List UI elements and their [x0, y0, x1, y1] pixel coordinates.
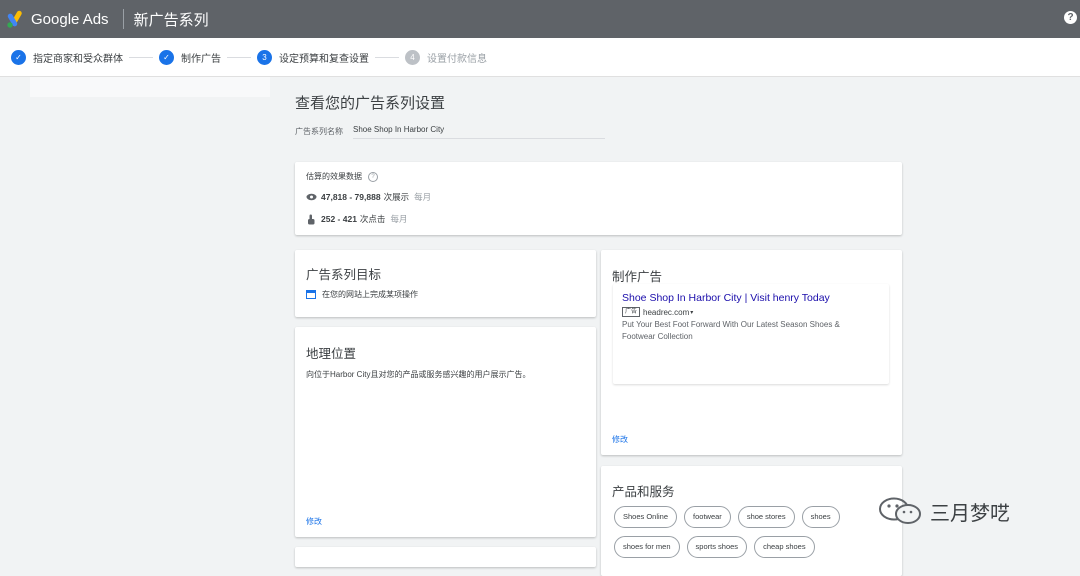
clicks-row: 252 - 421 次点击 每月 — [306, 213, 407, 225]
campaign-goal-card[interactable]: 广告系列目标 在您的网站上完成某项操作 — [295, 250, 596, 317]
step-audience[interactable]: ✓ 指定商家和受众群体 — [11, 49, 123, 65]
products-services-card: 产品和服务 Shoes Online footwear shoe stores … — [601, 466, 902, 576]
impressions-period: 每月 — [414, 192, 432, 202]
step-connector — [227, 56, 251, 58]
location-edit-link[interactable]: 修改 — [306, 516, 322, 527]
pointer-icon — [308, 214, 315, 224]
ad-display-url: headrec.com — [643, 307, 690, 317]
page-header-title: 新广告系列 — [133, 11, 209, 29]
impressions-unit: 次展示 — [383, 192, 410, 202]
location-card[interactable]: 地理位置 向位于Harbor City且对您的产品或服务感兴趣的用户展示广告。 … — [295, 327, 596, 537]
dropdown-arrow-icon: ▾ — [690, 309, 694, 316]
products-title: 产品和服务 — [612, 485, 675, 499]
estimate-title-text: 估算的效果数据 — [306, 172, 362, 181]
keyword-chip[interactable]: shoes for men — [614, 536, 680, 558]
wechat-icon — [879, 497, 921, 524]
keyword-chip[interactable]: shoe stores — [737, 506, 795, 528]
step-budget[interactable]: 3 设定预算和复查设置 — [257, 49, 369, 65]
impressions-value: 47,818 - 79,888 — [321, 192, 381, 202]
clicks-unit: 次点击 — [359, 214, 386, 224]
estimate-title: 估算的效果数据 ? — [306, 171, 378, 182]
impressions-row: 47,818 - 79,888 次展示 每月 — [306, 191, 431, 203]
clicks-value: 252 - 421 — [321, 214, 357, 224]
keyword-chip[interactable]: shoes — [801, 506, 840, 528]
step-connector — [375, 56, 399, 58]
ad-preview: Shoe Shop In Harbor City | Visit henry T… — [613, 284, 889, 384]
keyword-chip[interactable]: footwear — [684, 506, 731, 528]
page-title: 查看您的广告系列设置 — [295, 95, 446, 112]
top-bar: Google Ads 新广告系列 ? — [0, 0, 1080, 38]
google-ads-logo-icon — [5, 8, 27, 30]
check-icon: ✓ — [11, 49, 26, 65]
brand-name: Google Ads — [31, 10, 109, 28]
create-ad-card[interactable]: 制作广告 Shoe Shop In Harbor City | Visit he… — [601, 250, 902, 455]
campaign-name-input[interactable]: Shoe Shop In Harbor City — [353, 122, 605, 139]
step-number: 4 — [405, 49, 420, 65]
step-number: 3 — [257, 49, 272, 65]
goal-title: 广告系列目标 — [306, 268, 382, 282]
campaign-name-label: 广告系列名称 — [295, 127, 343, 136]
watermark: 三月梦呓 — [878, 496, 1010, 526]
check-icon: ✓ — [159, 49, 174, 65]
next-card — [295, 547, 596, 567]
step-label: 制作广告 — [181, 53, 221, 65]
ad-headline[interactable]: Shoe Shop In Harbor City | Visit henry T… — [622, 292, 830, 304]
clicks-period: 每月 — [390, 214, 408, 224]
goal-row: 在您的网站上完成某项操作 — [306, 289, 418, 300]
location-text: 向位于Harbor City且对您的产品或服务感兴趣的用户展示广告。 — [306, 370, 531, 379]
location-title: 地理位置 — [306, 347, 357, 361]
keyword-chip[interactable]: cheap shoes — [754, 536, 815, 558]
ad-url-row: 广告 headrec.com ▾ — [622, 307, 693, 317]
step-payment[interactable]: 4 设置付款信息 — [405, 49, 487, 65]
help-icon[interactable]: ? — [1064, 11, 1077, 24]
estimate-card: 估算的效果数据 ? 47,818 - 79,888 次展示 每月 252 - 4… — [295, 162, 902, 235]
step-label: 设置付款信息 — [427, 53, 487, 65]
ad-badge: 广告 — [622, 307, 641, 317]
ad-edit-link[interactable]: 修改 — [612, 434, 628, 445]
step-label: 指定商家和受众群体 — [33, 53, 123, 65]
step-connector — [129, 56, 153, 58]
step-create-ad[interactable]: ✓ 制作广告 — [159, 49, 221, 65]
info-icon[interactable]: ? — [368, 171, 378, 182]
ad-description: Put Your Best Foot Forward With Our Late… — [622, 320, 840, 341]
goal-text: 在您的网站上完成某项操作 — [322, 290, 418, 299]
step-label: 设定预算和复查设置 — [279, 53, 369, 65]
header-divider — [122, 9, 124, 29]
keyword-chip[interactable]: Shoes Online — [614, 506, 678, 528]
ad-card-title: 制作广告 — [612, 270, 663, 284]
keyword-chips: Shoes Online footwear shoe stores shoes … — [614, 506, 894, 566]
web-icon — [306, 290, 316, 299]
progress-stepper: ✓ 指定商家和受众群体 ✓ 制作广告 3 设定预算和复查设置 4 设置付款信息 — [0, 38, 1080, 77]
left-panel — [30, 77, 270, 97]
keyword-chip[interactable]: sports shoes — [686, 536, 748, 558]
eye-icon — [306, 193, 317, 201]
watermark-text: 三月梦呓 — [930, 502, 1010, 525]
